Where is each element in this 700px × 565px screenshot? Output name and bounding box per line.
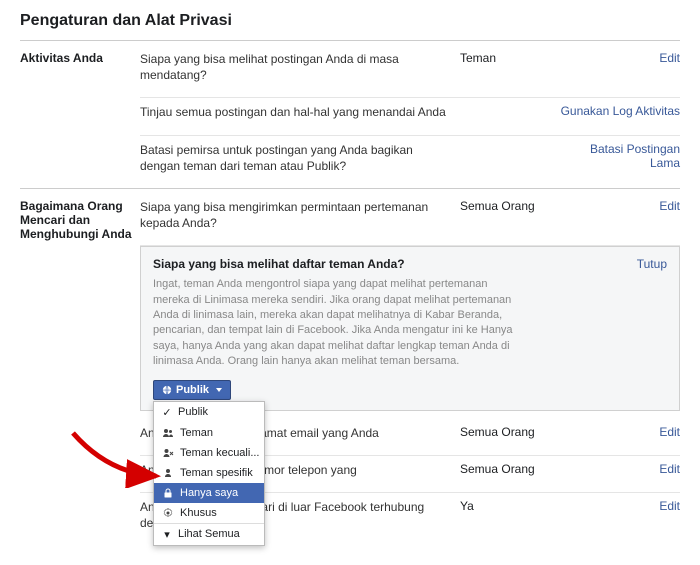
row-friends-list-expanded: Siapa yang bisa melihat daftar teman And… bbox=[140, 246, 680, 410]
row-desc: Batasi pemirsa untuk postingan yang Anda… bbox=[140, 142, 460, 174]
dropdown-option-friends-except[interactable]: Teman kecuali... bbox=[154, 443, 264, 463]
specific-friends-icon bbox=[162, 467, 174, 479]
lock-icon bbox=[162, 487, 174, 499]
globe-icon bbox=[162, 385, 172, 395]
dropdown-option-custom[interactable]: Khusus bbox=[154, 503, 264, 523]
limit-past-link[interactable]: Batasi Postingan Lama bbox=[590, 142, 680, 170]
option-label: Teman bbox=[180, 427, 213, 439]
expanded-help-text: Ingat, teman Anda mengontrol siapa yang … bbox=[153, 277, 513, 369]
row-value: Semua Orang bbox=[460, 462, 560, 476]
audience-selector-button[interactable]: Publik bbox=[153, 380, 231, 400]
row-limit-past[interactable]: Batasi pemirsa untuk postingan yang Anda… bbox=[140, 136, 680, 188]
gear-icon bbox=[162, 507, 174, 519]
option-label: Teman spesifik bbox=[180, 467, 253, 479]
row-desc: Tinjau semua postingan dan hal-hal yang … bbox=[140, 104, 460, 120]
audience-dropdown: ✓ Publik Teman Teman kecuali... Teman sp… bbox=[153, 401, 265, 546]
dropdown-option-friends[interactable]: Teman bbox=[154, 423, 264, 443]
edit-link[interactable]: Edit bbox=[659, 462, 680, 476]
option-label: Khusus bbox=[180, 507, 217, 519]
dropdown-option-specific[interactable]: Teman spesifik bbox=[154, 463, 264, 483]
edit-link[interactable]: Edit bbox=[659, 425, 680, 439]
section-label-contact: Bagaimana Orang Mencari dan Menghubungi … bbox=[20, 199, 140, 545]
edit-link[interactable]: Edit bbox=[659, 499, 680, 513]
audience-button-label: Publik bbox=[176, 384, 209, 396]
row-review-posts[interactable]: Tinjau semua postingan dan hal-hal yang … bbox=[140, 98, 680, 135]
row-desc: Siapa yang bisa melihat postingan Anda d… bbox=[140, 51, 460, 83]
edit-link[interactable]: Edit bbox=[659, 51, 680, 65]
dropdown-option-only-me[interactable]: Hanya saya bbox=[154, 483, 264, 503]
row-value: Ya bbox=[460, 499, 560, 513]
option-label: Publik bbox=[178, 406, 208, 418]
page-title: Pengaturan dan Alat Privasi bbox=[20, 12, 680, 40]
dropdown-option-see-all[interactable]: ▾ Lihat Semua bbox=[154, 523, 264, 545]
close-link[interactable]: Tutup bbox=[637, 257, 667, 271]
row-value: Semua Orang bbox=[460, 199, 560, 213]
option-label: Hanya saya bbox=[180, 487, 238, 499]
chevron-down-icon: ▾ bbox=[162, 528, 172, 541]
friends-icon bbox=[162, 427, 174, 439]
expanded-question: Siapa yang bisa melihat daftar teman And… bbox=[153, 257, 547, 271]
row-value: Semua Orang bbox=[460, 425, 560, 439]
edit-link[interactable]: Edit bbox=[659, 199, 680, 213]
section-label-activity: Aktivitas Anda bbox=[20, 51, 140, 188]
check-icon: ✓ bbox=[162, 406, 172, 419]
row-value: Teman bbox=[460, 51, 560, 65]
activity-log-link[interactable]: Gunakan Log Aktivitas bbox=[561, 104, 680, 118]
row-future-posts[interactable]: Siapa yang bisa melihat postingan Anda d… bbox=[140, 51, 680, 98]
friends-except-icon bbox=[162, 447, 174, 459]
option-label: Lihat Semua bbox=[178, 528, 240, 540]
option-label: Teman kecuali... bbox=[180, 447, 259, 459]
section-activity: Aktivitas Anda Siapa yang bisa melihat p… bbox=[20, 40, 680, 188]
dropdown-option-public[interactable]: ✓ Publik bbox=[154, 402, 264, 423]
row-friend-request[interactable]: Siapa yang bisa mengirimkan permintaan p… bbox=[140, 199, 680, 246]
section-contact: Bagaimana Orang Mencari dan Menghubungi … bbox=[20, 188, 680, 545]
row-desc: Siapa yang bisa mengirimkan permintaan p… bbox=[140, 199, 460, 231]
chevron-down-icon bbox=[216, 388, 222, 392]
